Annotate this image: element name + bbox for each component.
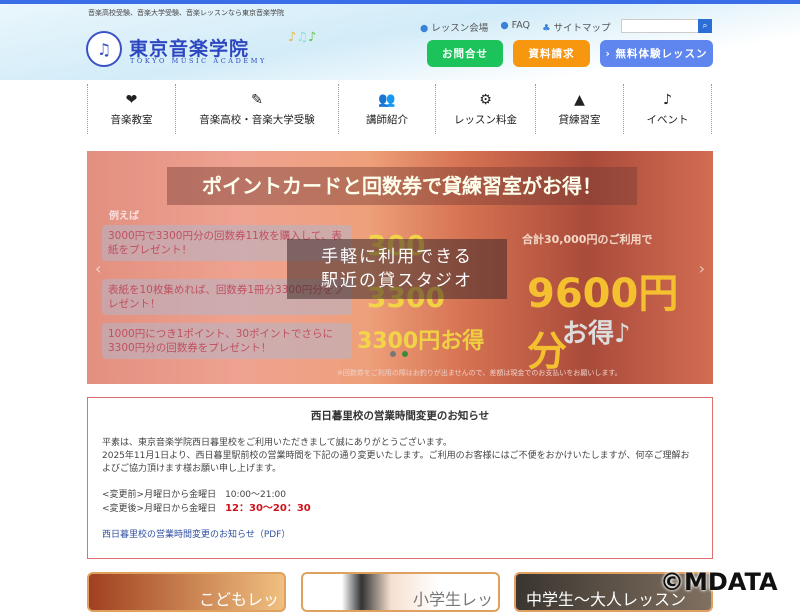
nav-label: 貸練習室	[558, 113, 601, 126]
nav-label: 音楽高校・音楽大学受験	[199, 113, 315, 126]
watermark: ©MDATA	[660, 568, 778, 596]
map-pin-icon: ●	[420, 23, 429, 34]
notice-p2: 2025年11月1日より、西日暮里駅前校の営業時間を下記の通り変更いたします。ご…	[102, 451, 690, 474]
caption-line: 手軽に利用できる	[321, 247, 473, 267]
logo-subtitle: TOKYO MUSIC ACADEMY	[130, 57, 267, 65]
link-faq[interactable]: ● FAQ	[500, 20, 530, 34]
notice-box: 西日暮里校の営業時間変更のお知らせ 平素は、東京音楽学院西日暮里校をご利用いただ…	[87, 397, 713, 559]
banner-footnote: ※回数券をご利用の際はお釣りが出ませんので、差額は現金でのお支払いをお願いします…	[337, 369, 622, 377]
free-trial-button[interactable]: › 無料体験レッスン	[600, 40, 713, 67]
nav-music-class[interactable]: ❤ 音楽教室	[88, 84, 176, 134]
slide-dot-active[interactable]	[402, 351, 408, 357]
music-notes-icon: ♪♫♪	[288, 30, 317, 45]
nav-events[interactable]: ♪ イベント	[624, 84, 712, 134]
banner-right-text: 合計30,000円のご利用で	[522, 233, 653, 246]
card-elementary[interactable]: 小学生レッスン	[301, 572, 500, 612]
notice-after: <変更後>月曜日から金曜日 12：30～20：30	[102, 502, 698, 516]
header-links: ● レッスン会場 ● FAQ ♣ サイトマップ	[420, 20, 611, 34]
notice-title: 西日暮里校の営業時間変更のお知らせ	[310, 410, 490, 422]
faq-icon: ●	[500, 20, 509, 31]
card-label: 小学生レッスン	[413, 590, 494, 609]
caption-line: 駅近の貸スタジオ	[321, 271, 473, 291]
logo-emblem-icon[interactable]: ♫	[86, 31, 122, 67]
search-input[interactable]	[621, 19, 699, 33]
people-icon: 👥	[378, 91, 396, 108]
slide-dots	[390, 351, 408, 357]
link-label: サイトマップ	[553, 23, 611, 34]
card-label: こどもレッスン	[199, 590, 280, 609]
metronome-icon: ▲	[574, 91, 585, 108]
hero-banner[interactable]: ポイントカードと回数券で貸練習室がお得！ 例えば 3000円で3300円分の回数…	[87, 151, 713, 384]
nav-label: 音楽教室	[110, 113, 153, 126]
contact-button[interactable]: お問合せ	[427, 40, 503, 67]
nav-exam[interactable]: ✎ 音楽高校・音楽大学受験	[176, 84, 339, 134]
banner-box-3: 1000円につき1ポイント、30ポイントでさらに3300円分の回数券をプレゼント…	[102, 323, 352, 359]
banner-otoku: お得♪	[562, 319, 631, 349]
search-button[interactable]: ⌕	[698, 19, 712, 33]
nav-fees[interactable]: ⚙ レッスン料金	[436, 84, 536, 134]
nav-label: レッスン料金	[454, 113, 517, 126]
after-time: 12：30～20：30	[225, 503, 311, 514]
card-kids[interactable]: こどもレッスン	[87, 572, 286, 612]
prev-slide-icon[interactable]: ‹	[95, 259, 101, 278]
next-slide-icon[interactable]: ›	[699, 259, 705, 278]
link-lesson-venue[interactable]: ● レッスン会場	[420, 20, 488, 34]
tagline: 音楽高校受験、音楽大学受験、音楽レッスンなら東京音楽学院	[88, 9, 284, 17]
banner-title: ポイントカードと回数券で貸練習室がお得！	[167, 167, 637, 205]
pencil-icon: ✎	[251, 91, 263, 108]
banner-example: 例えば	[109, 211, 139, 222]
search-icon: ⌕	[702, 21, 708, 31]
music-note-icon: ♪	[663, 91, 672, 108]
link-sitemap[interactable]: ♣ サイトマップ	[542, 20, 611, 34]
nav-label: 講師紹介	[366, 113, 408, 126]
after-label: <変更後>月曜日から金曜日	[102, 504, 226, 514]
banner-amount-3: 3300円お得	[357, 329, 485, 354]
nav-label: イベント	[646, 113, 689, 126]
request-materials-button[interactable]: 資料請求	[513, 40, 590, 67]
nav-practice-room[interactable]: ▲ 貸練習室	[536, 84, 624, 134]
main-nav: ❤ 音楽教室 ✎ 音楽高校・音楽大学受験 👥 講師紹介 ⚙ レッスン料金 ▲ 貸練習室 ♪…	[87, 84, 712, 134]
slide-dot[interactable]	[390, 351, 396, 357]
piano-icon: ❤	[125, 91, 138, 108]
notice-pdf-link[interactable]: 西日暮里校の営業時間変更のお知らせ（PDF）	[102, 530, 290, 540]
notice-before: <変更前>月曜日から金曜日 10:00～21:00	[102, 490, 286, 500]
gears-icon: ⚙	[479, 91, 492, 108]
banner-center-caption: 手軽に利用できる 駅近の貸スタジオ	[287, 239, 507, 299]
link-label: レッスン会場	[431, 23, 489, 34]
sitemap-icon: ♣	[542, 23, 551, 34]
link-label: FAQ	[511, 20, 531, 31]
nav-teachers[interactable]: 👥 講師紹介	[339, 84, 436, 134]
notice-p1: 平素は、東京音楽学院西日暮里校をご利用いただきまして誠にありがとうございます。	[102, 438, 452, 448]
